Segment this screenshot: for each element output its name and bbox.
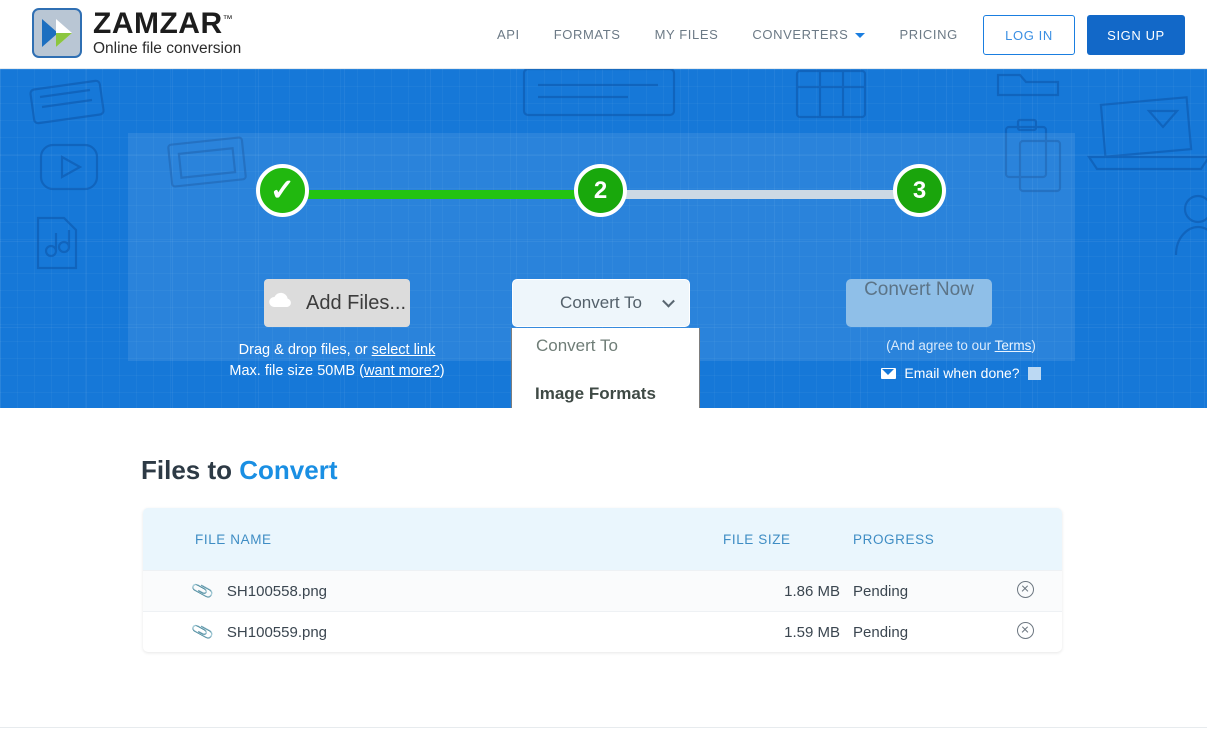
select-link[interactable]: select link [372,342,436,358]
terms-link[interactable]: Terms [995,338,1032,353]
step-1-circle[interactable]: ✓ [256,164,309,217]
signup-button[interactable]: SIGN UP [1087,15,1185,55]
main-navigation: API FORMATS MY FILES CONVERTERS PRICING … [480,0,1045,69]
dropdown-option-bmp[interactable]: bmp [512,406,699,408]
terms-suffix: ) [1031,338,1036,353]
column-header-file-name: FILE NAME [195,531,272,547]
step-3-circle[interactable]: 3 [893,164,946,217]
spreadsheet-icon [795,69,867,119]
nav-item-formats[interactable]: FORMATS [537,27,638,42]
section-divider [0,727,1207,728]
file-name-text: SH100558.png [226,582,328,600]
zamzar-logo-icon [32,8,82,58]
paperclip-icon: 📎 [190,621,216,644]
files-to-convert-title: Files to Convert [141,455,338,486]
convert-to-value: Convert To [560,293,642,312]
convert-to-column: Convert To Convert To Image Formats bmp … [511,279,700,408]
person-icon [1174,194,1207,256]
nav-item-my-files[interactable]: MY FILES [638,27,736,42]
convert-to-select[interactable]: Convert To [512,279,690,327]
terms-prefix: (And agree to our [886,338,995,353]
audio-file-icon [36,216,78,270]
chevron-down-icon [662,294,675,308]
hero-section: ✓ 2 3 Add Files... Drag & drop files, or… [0,69,1207,408]
dropdown-group-image-formats: Image Formats [535,384,656,403]
step-3-label: 3 [912,176,927,204]
files-to-convert-section: Files to Convert FILE NAME FILE SIZE PRO… [0,408,1207,740]
file-progress-cell: Pending [853,623,909,641]
convert-now-column: Convert Now (And agree to our Terms) Ema… [846,279,1076,381]
table-row[interactable]: 📎 SH100559.png 1.59 MB Pending [143,611,1062,652]
upload-cloud-icon [268,291,294,316]
dropdown-spacer [512,358,699,381]
auth-buttons: LOG IN SIGN UP [983,15,1185,55]
convert-now-button[interactable]: Convert Now [846,279,992,327]
file-name-cell: 📎 SH100558.png [143,580,723,603]
hint-line-2: Max. file size 50MB (want more?) [182,361,492,382]
email-when-done-checkbox[interactable] [1027,366,1041,380]
email-when-done-label: Email when done? [904,365,1020,381]
hint-dragdrop-text: Drag & drop files, or [238,342,372,358]
step-1-label: ✓ [269,173,296,207]
remove-file-icon[interactable] [1016,580,1034,598]
file-size-cell: 1.59 MB [784,623,840,641]
file-name-text: SH100559.png [226,623,328,641]
document-stack-icon [522,69,676,117]
add-files-button[interactable]: Add Files... [264,279,410,327]
folder-icon [996,73,1060,97]
video-play-icon [39,143,99,191]
file-name-cell: 📎 SH100559.png [143,621,723,644]
envelope-icon [881,367,897,379]
nav-item-api[interactable]: API [480,27,537,42]
column-header-progress: PROGRESS [853,531,935,547]
site-logo[interactable]: ZAMZAR™ Online file conversion [32,8,241,58]
files-title-prefix: Files to [141,455,240,485]
add-files-hint: Drag & drop files, or select link Max. f… [182,340,492,382]
laptop-icon [1086,96,1207,171]
files-table: FILE NAME FILE SIZE PROGRESS 📎 SH100558.… [143,508,1062,652]
paperclip-icon: 📎 [190,580,216,603]
file-remove-cell [988,580,1062,602]
dropdown-placeholder-option[interactable]: Convert To [512,333,699,358]
logo-subtitle: Online file conversion [93,40,242,58]
step-connector-complete [283,190,603,199]
zamzar-conversion-page: ZAMZAR™ Online file conversion API FORMA… [0,0,1207,740]
logo-title-text: ZAMZAR [93,7,223,41]
hint-line-1: Drag & drop files, or select link [182,340,492,361]
files-table-header: FILE NAME FILE SIZE PROGRESS [143,508,1062,570]
login-button[interactable]: LOG IN [983,15,1075,55]
keyboard-icon [29,79,105,125]
add-files-column: Add Files... Drag & drop files, or selec… [182,279,492,382]
nav-item-converters[interactable]: CONVERTERS [735,27,882,42]
hint-maxsize-suffix: ) [439,363,445,380]
column-header-file-size: FILE SIZE [723,531,791,547]
table-row[interactable]: 📎 SH100558.png 1.86 MB Pending [143,570,1062,611]
terms-notice: (And agree to our Terms) [846,338,1076,353]
email-when-done-row: Email when done? [846,365,1076,381]
add-files-label: Add Files... [305,291,407,314]
hint-maxsize-text: Max. file size 50MB ( [229,363,364,380]
want-more-link[interactable]: want more? [364,363,440,379]
file-progress-cell: Pending [853,582,909,600]
step-connector-pending [598,190,928,199]
step-2-label: 2 [593,176,608,204]
convert-to-dropdown[interactable]: Convert To Image Formats bmp gif ico jpg… [511,328,700,408]
file-size-cell: 1.86 MB [784,582,840,600]
step-2-circle[interactable]: 2 [574,164,627,217]
step-indicator: ✓ 2 3 [128,164,1075,224]
remove-file-icon[interactable] [1016,621,1034,639]
file-remove-cell [988,621,1062,643]
logo-trademark: ™ [222,14,234,26]
nav-item-pricing[interactable]: PRICING [882,27,974,42]
files-title-accent: Convert [239,455,338,485]
site-header: ZAMZAR™ Online file conversion API FORMA… [0,0,1207,69]
